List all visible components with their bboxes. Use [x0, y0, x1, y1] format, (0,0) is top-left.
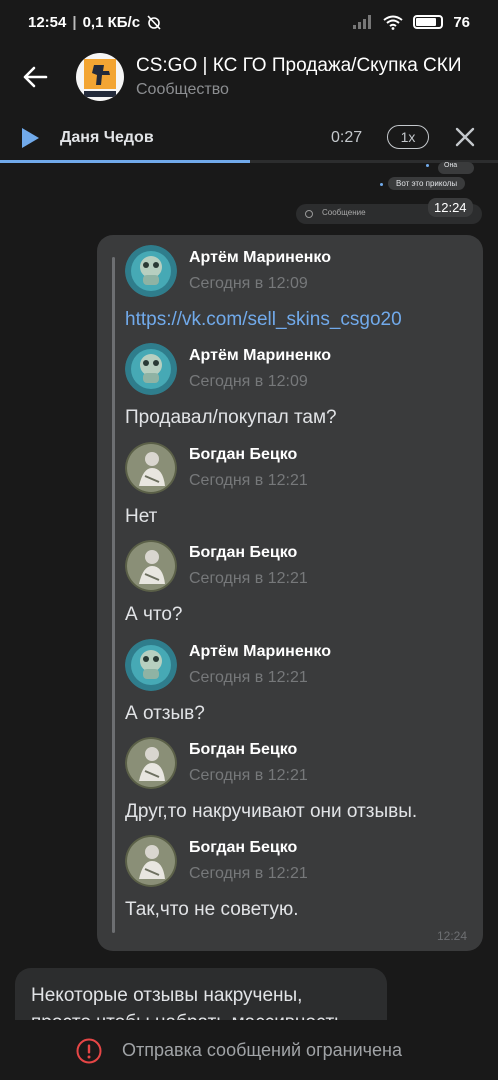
message-link[interactable]: https://vk.com/sell_skins_csgo20: [125, 309, 402, 331]
csgo-logo-icon: [84, 59, 116, 97]
message-text: Продавал/покупал там?: [125, 407, 337, 429]
message-time: 12:24: [436, 929, 467, 943]
audio-progress-fill: [0, 160, 250, 163]
chat-title[interactable]: CS:GO | КС ГО Продажа/Скупка СКИ: [136, 55, 462, 77]
author-name[interactable]: Богдан Бецко: [189, 446, 297, 464]
message-date: Сегодня в 12:09: [189, 275, 308, 292]
preview-time: 12:24: [428, 198, 473, 217]
preview-bubble: Вот это приколы: [388, 177, 466, 190]
author-name[interactable]: Артём Мариненко: [189, 249, 331, 267]
message-text: Друг,то накручивают они отзывы.: [125, 801, 418, 822]
embedded-screenshot-preview[interactable]: Она Вот это приколы Сообщение 12:24: [290, 160, 486, 226]
author-name[interactable]: Артём Мариненко: [189, 643, 331, 661]
author-avatar[interactable]: [125, 638, 177, 691]
status-network-speed: 0,1 КБ/с: [82, 13, 141, 31]
author-name[interactable]: Богдан Бецко: [189, 544, 297, 562]
close-icon[interactable]: [452, 124, 478, 150]
message-date: Сегодня в 12:21: [189, 471, 308, 489]
message-text: А отзыв?: [125, 702, 205, 724]
warning-icon: [76, 1038, 102, 1064]
author-avatar[interactable]: [125, 343, 177, 396]
restriction-text: Отправка сообщений ограничена: [122, 1039, 402, 1060]
message-date: Сегодня в 12:21: [189, 865, 308, 883]
signal-icon: [353, 15, 372, 29]
chat-header: CS:GO | КС ГО Продажа/Скупка СКИ Сообщес…: [0, 44, 498, 110]
group-avatar[interactable]: [76, 53, 124, 101]
play-icon[interactable]: [0, 127, 60, 149]
back-arrow-icon[interactable]: [0, 44, 70, 110]
preview-attach-icon: [305, 210, 313, 218]
author-avatar[interactable]: [125, 245, 177, 297]
message-date: Сегодня в 12:21: [189, 767, 308, 784]
message-date: Сегодня в 12:21: [189, 570, 308, 588]
preview-bubble: Она: [438, 162, 474, 174]
author-avatar[interactable]: [125, 441, 177, 494]
playback-speed-button[interactable]: 1x: [387, 125, 429, 149]
wifi-icon: [383, 15, 403, 30]
forwarded-messages-bubble[interactable]: Артём Мариненко Сегодня в 12:09 https://vk…: [97, 235, 483, 951]
author-name[interactable]: Артём Мариненко: [189, 347, 331, 365]
author-avatar[interactable]: [125, 737, 177, 789]
battery-level: 76: [453, 13, 470, 31]
battery-icon: [413, 15, 444, 29]
audio-time: 0:27: [331, 129, 363, 146]
chat-subtitle: Сообщество: [136, 81, 229, 98]
message-text-line: Некоторые отзывы накручены,: [31, 985, 303, 1006]
alarm-off-icon: [147, 15, 161, 30]
author-name[interactable]: Богдан Бецко: [189, 741, 297, 759]
author-avatar[interactable]: [125, 835, 177, 888]
status-bar: 12:54 | 0,1 КБ/с 76: [28, 13, 470, 31]
message-text: Так,что не советую.: [125, 899, 299, 921]
forward-line: [112, 257, 115, 933]
restriction-bar: Отправка сообщений ограничена: [0, 1020, 498, 1080]
message-text: А что?: [125, 604, 183, 626]
message-date: Сегодня в 12:21: [189, 668, 308, 686]
author-name[interactable]: Богдан Бецко: [189, 839, 297, 857]
message-text: Нет: [125, 505, 158, 527]
audio-author[interactable]: Даня Чедов: [60, 129, 154, 147]
audio-player: Даня Чедов 0:27 1x: [0, 112, 498, 164]
message-date: Сегодня в 12:09: [189, 373, 308, 391]
author-avatar[interactable]: [125, 540, 177, 593]
status-time: 12:54: [28, 13, 67, 31]
